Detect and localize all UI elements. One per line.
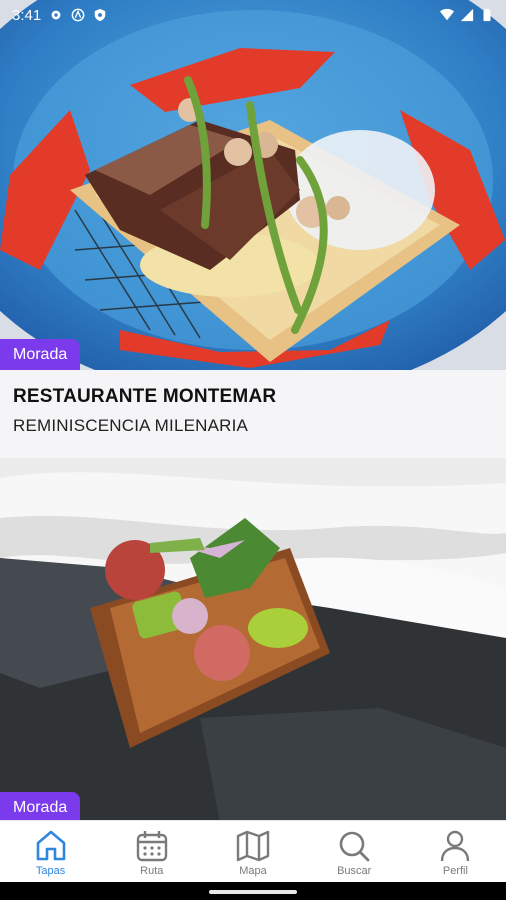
nav-label: Ruta (140, 865, 164, 877)
restaurant-name: RESTAURANTE MONTEMAR (13, 386, 277, 407)
nav-label: Buscar (337, 865, 372, 877)
tapa-card[interactable]: Morada RESTAURANTE MONTEMAR REMINISCENCI… (0, 0, 506, 458)
category-tag: Morada (0, 792, 81, 820)
gear-icon (51, 10, 61, 20)
user-icon (441, 830, 470, 862)
tapa-image[interactable]: Morada (0, 458, 506, 820)
nav-label: Tapas (35, 865, 66, 877)
shield-icon (94, 8, 106, 22)
accessibility-icon (71, 8, 85, 22)
bottom-navigation: Tapas Ruta Mapa Buscar Perfil (0, 820, 506, 882)
tapa-name: REMINISCENCIA MILENARIA (13, 416, 249, 435)
map-icon (236, 830, 270, 862)
nav-label: Mapa (239, 865, 267, 877)
tapas-feed[interactable]: Morada RESTAURANTE MONTEMAR REMINISCENCI… (0, 0, 506, 820)
search-icon (339, 831, 370, 862)
card-body[interactable]: RESTAURANTE MONTEMAR REMINISCENCIA MILEN… (0, 370, 506, 458)
signal-icon (460, 8, 474, 22)
nav-item-tapas[interactable]: Tapas (0, 821, 101, 882)
nav-item-buscar[interactable]: Buscar (304, 821, 405, 882)
nav-label: Perfil (442, 865, 468, 877)
clock: 3:41 (12, 6, 42, 24)
battery-icon (483, 8, 491, 22)
gesture-handle[interactable] (209, 890, 297, 894)
category-tag: Morada (0, 339, 81, 370)
nav-item-ruta[interactable]: Ruta (101, 821, 202, 882)
nav-item-perfil[interactable]: Perfil (405, 821, 506, 882)
tapa-card[interactable]: Morada (0, 458, 506, 820)
nav-item-mapa[interactable]: Mapa (202, 821, 303, 882)
tapa-image[interactable]: Morada (0, 0, 506, 370)
status-bar: 3:41 (0, 0, 506, 30)
wifi-icon (440, 8, 454, 21)
home-icon (36, 830, 65, 861)
calendar-icon (136, 831, 167, 862)
gesture-navigation-area (0, 882, 506, 900)
